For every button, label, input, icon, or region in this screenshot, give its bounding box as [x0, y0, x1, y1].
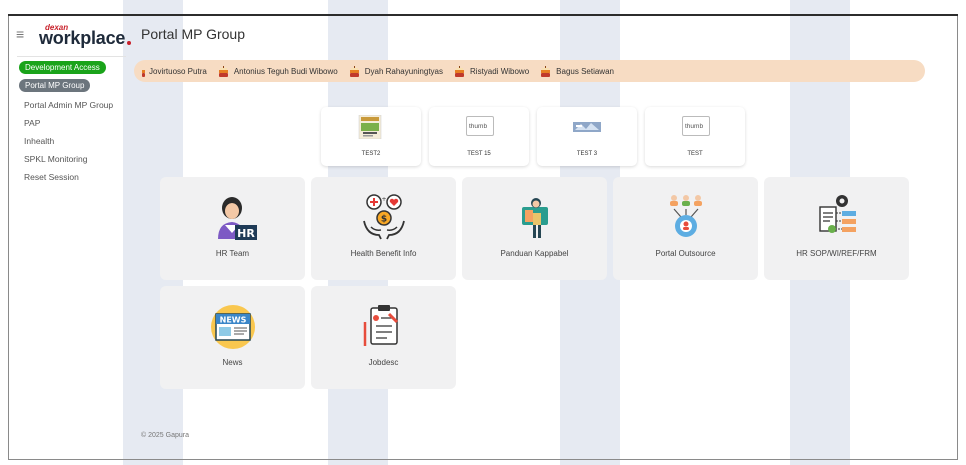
jobdesc-icon [363, 305, 398, 346]
menu-tiles-grid: HR HR Team + $ Health Benefit Info Pandu… [160, 177, 909, 389]
cake-icon [142, 66, 145, 77]
svg-text:HR: HR [237, 227, 255, 240]
broken-image-icon: thumb [466, 116, 494, 136]
ticker-item: Dyah Rahayuningtyas [349, 65, 444, 77]
sidebar-item-reset-session[interactable]: Reset Session [9, 168, 134, 186]
sidebar-item-spkl-monitoring[interactable]: SPKL Monitoring [9, 150, 134, 168]
health-benefit-icon: + $ [362, 194, 405, 240]
page-title: Portal MP Group [141, 26, 246, 42]
app: ≡ dexan workplace Development Access Por… [9, 16, 957, 459]
ticker-name: Bagus Setiawan [556, 66, 614, 76]
svg-text:$: $ [380, 215, 386, 225]
logo-main-text: workplace [39, 28, 126, 48]
svg-text:+: + [381, 196, 386, 203]
ticker-item: Jovirtuoso Putra [142, 66, 207, 77]
tile-label: News [222, 358, 243, 367]
tile-hr-sop[interactable]: HR SOP/WI/REF/FRM [764, 177, 909, 280]
ticker-name: Jovirtuoso Putra [149, 66, 207, 76]
sidebar-item-portal-admin[interactable]: Portal Admin MP Group [9, 96, 134, 114]
tile-health-benefit-info[interactable]: + $ Health Benefit Info [311, 177, 456, 280]
hr-team-icon: HR [217, 197, 257, 240]
cake-icon [455, 65, 465, 77]
hamburger-menu-icon[interactable]: ≡ [16, 26, 32, 42]
workplace-logo[interactable]: dexan workplace [39, 19, 131, 49]
outsource-icon [669, 195, 702, 237]
thumbnail-label: TEST 15 [467, 151, 491, 157]
cake-icon [349, 65, 359, 77]
thumbnail-label: TEST [687, 151, 703, 157]
ticker-item: Bagus Setiawan [541, 65, 614, 77]
tile-label: HR SOP/WI/REF/FRM [796, 249, 877, 258]
sop-icon [818, 195, 856, 233]
top-border [8, 14, 958, 16]
tile-hr-team[interactable]: HR HR Team [160, 177, 305, 280]
birthday-ticker: Jovirtuoso Putra Antonius Teguh Budi Wib… [134, 60, 925, 82]
thumbnail-card-test3[interactable]: TEST 3 [537, 107, 637, 166]
development-access-badge: Development Access [19, 61, 106, 74]
thumbnail-card-test2[interactable]: TEST2 [321, 107, 421, 166]
main-content: Portal MP Group Jovirtuoso Putra Antoniu… [134, 16, 957, 459]
tile-label: Panduan Kappabel [500, 249, 569, 258]
ticker-item: Antonius Teguh Budi Wibowo [218, 65, 338, 77]
ticker-name: Ristyadi Wibowo [470, 66, 530, 76]
tile-jobdesc[interactable]: Jobdesc [311, 286, 456, 389]
logo-dot [127, 41, 131, 45]
tile-news[interactable]: NEWS News [160, 286, 305, 389]
svg-text:NEWS: NEWS [219, 316, 246, 325]
tile-label: Portal Outsource [655, 249, 716, 258]
brand-bar: ≡ dexan workplace [9, 16, 134, 52]
poster-image-icon [358, 115, 382, 139]
thumbnail-card-test15[interactable]: thumb TEST 15 [429, 107, 529, 166]
ticker-name: Antonius Teguh Budi Wibowo [233, 66, 338, 76]
cake-icon [541, 65, 551, 77]
tile-label: HR Team [215, 249, 250, 258]
cake-icon [218, 65, 228, 77]
thumbnail-row: TEST2 thumb TEST 15 TEST 3 thumb TEST [321, 107, 745, 166]
banner-image-icon [573, 122, 601, 132]
tile-panduan-kappabel[interactable]: Panduan Kappabel [462, 177, 607, 280]
thumbnail-card-test[interactable]: thumb TEST [645, 107, 745, 166]
footer-copyright: © 2025 Gapura [141, 432, 189, 439]
tile-portal-outsource[interactable]: Portal Outsource [613, 177, 758, 280]
ticker-item: Ristyadi Wibowo [455, 65, 530, 77]
tile-label: Jobdesc [368, 358, 399, 367]
sidebar: ≡ dexan workplace Development Access Por… [9, 16, 134, 459]
sidebar-item-inhealth[interactable]: Inhealth [9, 132, 134, 150]
sidebar-item-pap[interactable]: PAP [9, 114, 134, 132]
tile-label: Health Benefit Info [350, 249, 417, 258]
thumbnail-label: TEST 3 [576, 151, 598, 157]
sidebar-item-portal-mp-group[interactable]: Portal MP Group [19, 79, 91, 92]
panduan-icon [521, 198, 548, 238]
thumbnail-label: TEST2 [361, 151, 381, 157]
ticker-name: Dyah Rahayuningtyas [364, 66, 444, 76]
broken-image-icon: thumb [682, 116, 710, 136]
news-icon: NEWS [210, 305, 255, 349]
